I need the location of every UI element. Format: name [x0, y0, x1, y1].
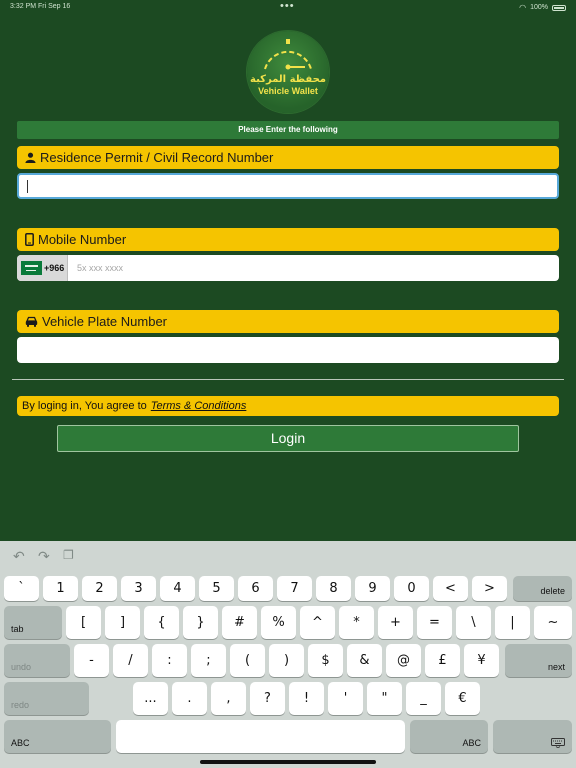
key-underscore[interactable]: _	[406, 682, 441, 715]
on-screen-keyboard: ↶ ↷ ❐ ` 1 2 3 4 5 6 7 8 9 0 < > delete t…	[0, 541, 576, 768]
mobile-label-bar: Mobile Number	[17, 228, 559, 251]
key-exclamation[interactable]: !	[289, 682, 324, 715]
key-at[interactable]: @	[386, 644, 421, 677]
residence-input[interactable]	[17, 173, 559, 199]
plate-label-bar: Vehicle Plate Number	[17, 310, 559, 333]
divider	[12, 379, 564, 380]
residence-label-bar: Residence Permit / Civil Record Number	[17, 146, 559, 169]
key-euro[interactable]: €	[445, 682, 480, 715]
key-dollar[interactable]: $	[308, 644, 343, 677]
key-equals[interactable]: =	[417, 606, 452, 639]
key-ellipsis[interactable]: ...	[133, 682, 168, 715]
key-percent[interactable]: %	[261, 606, 296, 639]
key-left-bracket[interactable]: [	[66, 606, 101, 639]
key-right-bracket[interactable]: ]	[105, 606, 140, 639]
key-hash[interactable]: #	[222, 606, 257, 639]
status-time: 3:32 PM Fri Sep 16	[10, 3, 71, 10]
space-key[interactable]	[116, 720, 405, 753]
keyboard-hide-icon	[551, 738, 565, 748]
country-code-selector[interactable]: +966	[17, 255, 68, 281]
key-right-paren[interactable]: )	[269, 644, 304, 677]
terms-link[interactable]: Terms & Conditions	[151, 400, 247, 412]
key-pipe[interactable]: |	[495, 606, 530, 639]
undo-key[interactable]: undo	[4, 644, 70, 677]
logo-arabic-text: محفظة المركبة	[250, 74, 326, 85]
text-caret	[27, 180, 28, 193]
status-bar: 3:32 PM Fri Sep 16 ••• ◠ 100%	[0, 0, 576, 14]
keyboard-toolbar: ↶ ↷ ❐	[0, 541, 576, 573]
tab-key[interactable]: tab	[4, 606, 62, 639]
app-logo: محفظة المركبة Vehicle Wallet	[247, 31, 329, 113]
mobile-phone-icon	[25, 233, 34, 246]
key-greater-than[interactable]: >	[472, 576, 507, 601]
abc-key-right[interactable]: ABC	[410, 720, 488, 753]
battery-icon	[552, 4, 566, 11]
abc-key-left[interactable]: ABC	[4, 720, 111, 753]
key-colon[interactable]: :	[152, 644, 187, 677]
mobile-field: +966	[17, 255, 559, 281]
key-backtick[interactable]: `	[4, 576, 39, 601]
keyboard-hide-key[interactable]	[493, 720, 572, 753]
key-backslash[interactable]: \	[456, 606, 491, 639]
form-header: Please Enter the following	[17, 121, 559, 139]
redo-icon[interactable]: ↷	[38, 548, 50, 565]
undo-icon[interactable]: ↶	[13, 548, 25, 565]
key-1[interactable]: 1	[43, 576, 78, 601]
key-caret[interactable]: ^	[300, 606, 335, 639]
key-minus[interactable]: -	[74, 644, 109, 677]
key-slash[interactable]: /	[113, 644, 148, 677]
key-3[interactable]: 3	[121, 576, 156, 601]
terms-prefix: By loging in, You agree to	[22, 400, 147, 412]
redo-key[interactable]: redo	[4, 682, 89, 715]
residence-label: Residence Permit / Civil Record Number	[40, 150, 274, 165]
key-9[interactable]: 9	[355, 576, 390, 601]
login-button[interactable]: Login	[57, 425, 519, 452]
key-question[interactable]: ?	[250, 682, 285, 715]
plate-input[interactable]	[17, 337, 559, 363]
key-6[interactable]: 6	[238, 576, 273, 601]
car-icon	[25, 316, 38, 327]
country-code: +966	[44, 263, 65, 273]
speedometer-icon	[264, 39, 312, 70]
delete-key[interactable]: delete	[513, 576, 572, 601]
status-right: ◠ 100%	[519, 3, 566, 12]
saudi-flag-icon	[21, 261, 42, 275]
logo-app-name: Vehicle Wallet	[258, 86, 318, 96]
key-left-paren[interactable]: (	[230, 644, 265, 677]
key-5[interactable]: 5	[199, 576, 234, 601]
next-key[interactable]: next	[505, 644, 572, 677]
wifi-icon: ◠	[519, 3, 527, 12]
key-plus[interactable]: +	[378, 606, 413, 639]
key-2[interactable]: 2	[82, 576, 117, 601]
key-yen[interactable]: ¥	[464, 644, 499, 677]
battery-percent: 100%	[530, 4, 548, 11]
multitasking-dots-icon[interactable]: •••	[280, 0, 295, 12]
key-period[interactable]: .	[172, 682, 207, 715]
key-left-brace[interactable]: {	[144, 606, 179, 639]
key-0[interactable]: 0	[394, 576, 429, 601]
key-semicolon[interactable]: ;	[191, 644, 226, 677]
plate-label: Vehicle Plate Number	[42, 314, 168, 329]
terms-bar: By loging in, You agree to Terms & Condi…	[17, 396, 559, 416]
key-less-than[interactable]: <	[433, 576, 468, 601]
home-indicator[interactable]	[200, 760, 376, 764]
paste-icon[interactable]: ❐	[63, 548, 74, 562]
key-right-brace[interactable]: }	[183, 606, 218, 639]
key-quote[interactable]: "	[367, 682, 402, 715]
key-8[interactable]: 8	[316, 576, 351, 601]
key-7[interactable]: 7	[277, 576, 312, 601]
person-icon	[25, 152, 36, 163]
mobile-label: Mobile Number	[38, 232, 127, 247]
key-apostrophe[interactable]: '	[328, 682, 363, 715]
key-asterisk[interactable]: *	[339, 606, 374, 639]
key-pound[interactable]: £	[425, 644, 460, 677]
mobile-input[interactable]	[68, 255, 559, 281]
key-4[interactable]: 4	[160, 576, 195, 601]
key-comma[interactable]: ,	[211, 682, 246, 715]
key-tilde[interactable]: ~	[534, 606, 572, 639]
key-ampersand[interactable]: &	[347, 644, 382, 677]
